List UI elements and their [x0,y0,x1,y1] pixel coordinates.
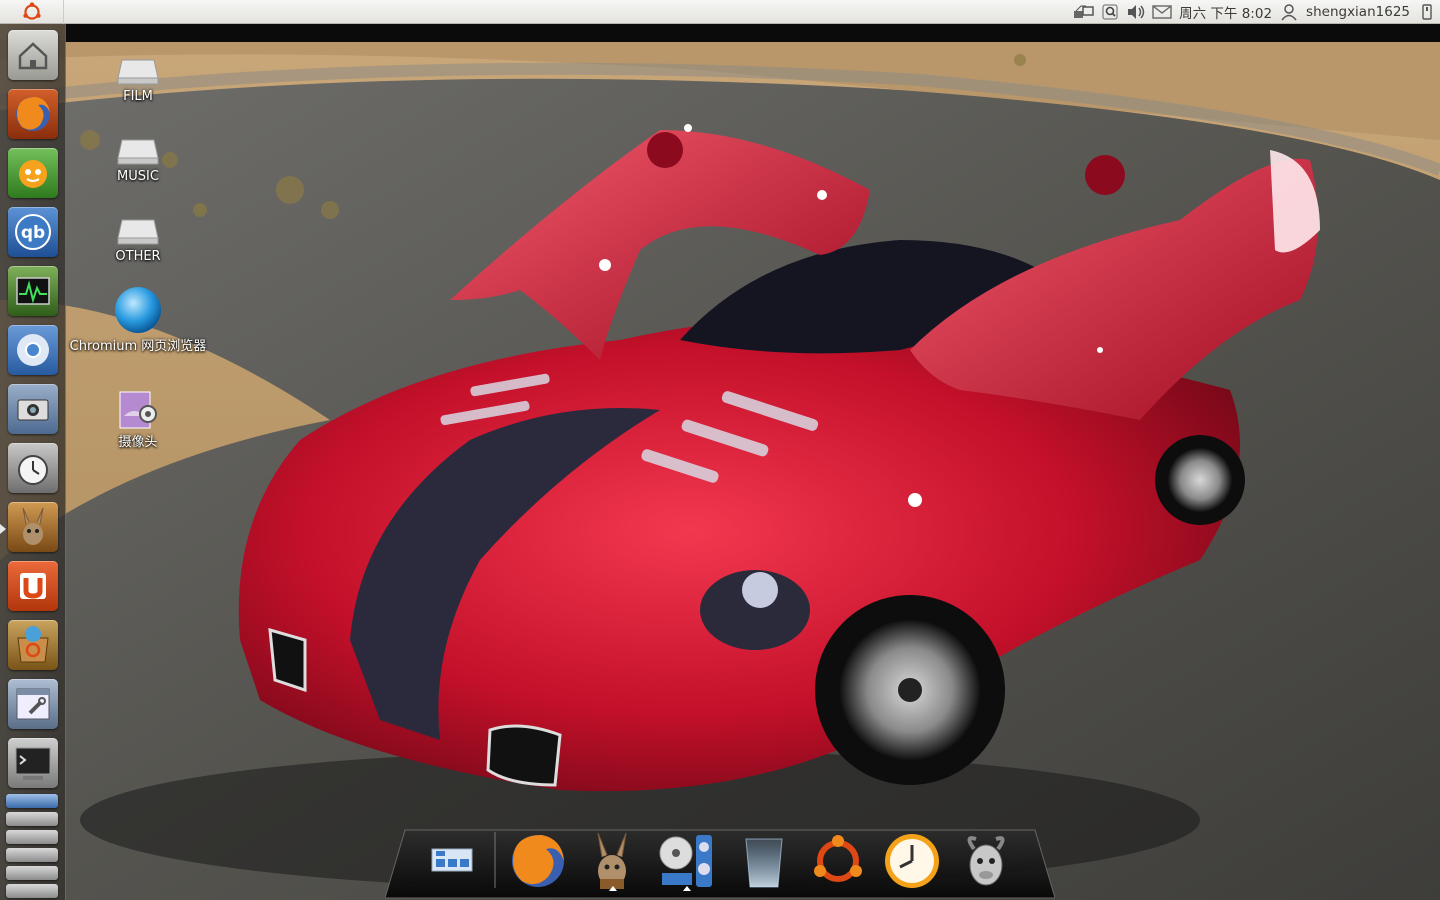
ubuntu-logo-icon [22,1,41,20]
webcam-icon [119,391,157,429]
desktop-icon-other[interactable]: OTHER [68,212,208,265]
desktop-icon-label: MUSIC [117,169,159,184]
drive-icon [117,59,159,85]
search-icon[interactable] [1097,0,1123,24]
user-icon[interactable] [1276,0,1302,24]
launcher-amule[interactable] [8,502,58,552]
drive-icon [117,139,159,165]
launcher-folded-item[interactable] [6,848,58,862]
indicator-area: 周六 下午 8:02 shengxian1625 [1071,0,1440,24]
desktop-icon-label: FILM [123,89,153,104]
amule-donkey-icon [597,832,627,889]
drive-icon [117,219,159,245]
trash-glass-icon [745,838,783,888]
settings-wrench-icon [16,688,50,720]
desktop-icon-label: OTHER [115,249,161,264]
camera-screenshot-icon [17,399,49,421]
launcher-firefox[interactable] [8,89,58,139]
desktop-icon-film[interactable]: FILM [68,52,208,105]
desktop-wallpaper [0,24,1440,900]
launcher-folded-item[interactable] [6,794,58,808]
dock-gnome-goat[interactable] [951,826,1021,896]
pps-player-icon [19,160,47,188]
desktop-icon-label: 摄像头 [118,435,158,450]
launcher-terminal[interactable] [8,738,58,788]
launcher-ubuntu-one[interactable] [8,561,58,611]
chromium-globe-icon [115,287,161,333]
bottom-dock [385,822,1055,900]
terminal-icon [15,747,51,780]
launcher-software-center[interactable] [8,620,58,670]
software-center-icon [17,626,49,663]
ubuntu-menu-button[interactable] [0,0,64,24]
qbittorrent-icon: qb [15,214,51,250]
desktop-icon-chromium[interactable]: Chromium 网页浏览器 [68,284,208,355]
top-panel: 周六 下午 8:02 shengxian1625 [0,0,1440,24]
system-monitor-icon [16,277,50,305]
launcher-screenshot[interactable] [8,384,58,434]
clock-icon [18,455,48,485]
launcher-time-backup[interactable] [8,443,58,493]
desktop-icon-label: Chromium 网页浏览器 [69,339,207,354]
ubuntu-one-icon [20,573,46,599]
launcher-system-monitor[interactable] [8,266,58,316]
firefox-icon [512,835,564,887]
ubuntu-logo-icon [814,835,862,882]
launcher-system-settings[interactable] [8,679,58,729]
launcher-folded-item[interactable] [6,884,58,898]
launcher-pps-player[interactable] [8,148,58,198]
desktop-icon-music[interactable]: MUSIC [68,132,208,185]
dock-running-indicator [683,886,691,891]
volume-icon[interactable] [1123,0,1149,24]
media-player-icon [659,835,712,887]
dock-show-desktop[interactable] [417,826,487,896]
svg-text:qb: qb [21,223,45,243]
launcher-home-folder[interactable] [8,30,58,80]
home-folder-icon [18,42,48,70]
launcher-folded-item[interactable] [6,866,58,880]
launcher-folded-item[interactable] [6,830,58,844]
dock-trash[interactable] [729,826,799,896]
unity-launcher: qb [0,24,66,900]
network-icon[interactable] [1071,0,1097,24]
clock-label[interactable]: 周六 下午 8:02 [1175,2,1276,22]
desktop-icon-webcam[interactable]: 摄像头 [68,388,208,451]
launcher-folded-item[interactable] [6,812,58,826]
launcher-qbittorrent[interactable]: qb [8,207,58,257]
dock-running-indicator [609,886,617,891]
goat-icon [967,836,1005,886]
dock-firefox[interactable] [503,826,573,896]
dock-clock[interactable] [877,826,947,896]
firefox-icon [16,97,50,131]
running-indicator [0,524,6,534]
power-icon[interactable] [1414,0,1440,24]
dock-ubuntu[interactable] [803,826,873,896]
amule-donkey-icon [22,507,44,545]
desktop-grid-icon [431,848,473,872]
chromium-icon [17,334,49,366]
mail-icon[interactable] [1149,0,1175,24]
clock-icon [885,834,939,888]
username-label[interactable]: shengxian1625 [1302,4,1414,20]
launcher-chromium[interactable] [8,325,58,375]
